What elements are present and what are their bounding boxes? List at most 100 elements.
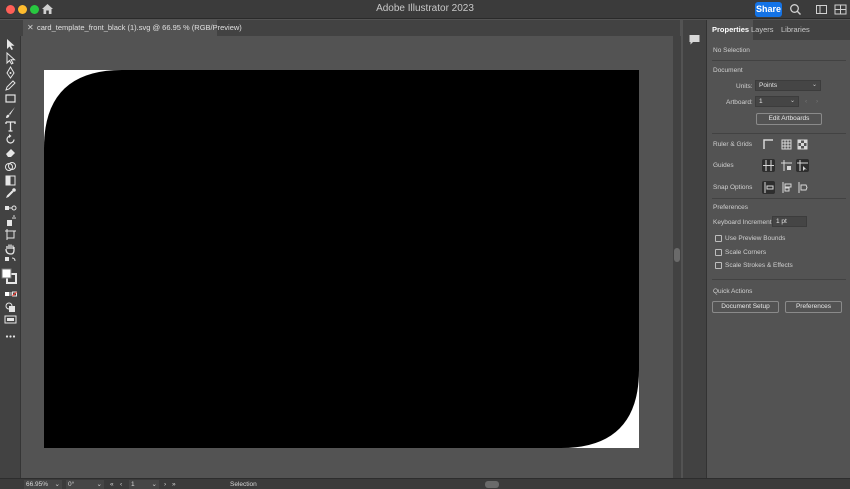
share-button[interactable]: Share: [755, 2, 782, 17]
panel-dock: [683, 20, 707, 478]
divider: [712, 279, 846, 280]
artboard-dropdown[interactable]: 1 ⌄: [755, 96, 799, 107]
artboard-number: 1: [131, 481, 135, 488]
divider: [712, 198, 846, 199]
close-tab-icon[interactable]: ✕: [27, 20, 34, 36]
color-mode-icon[interactable]: [4, 288, 17, 301]
rotation-field[interactable]: 0° ⌄: [66, 480, 104, 489]
rectangle-tool-icon[interactable]: [4, 92, 17, 105]
status-bar: 66.95% ⌄ 0° ⌄ « ‹ 1 ⌄ › » Selection: [0, 478, 850, 489]
snap-to-pixel-icon[interactable]: [780, 181, 793, 194]
app-title: Adobe Illustrator 2023: [376, 3, 474, 14]
rulers-icon[interactable]: [762, 138, 775, 151]
screen-mode-icon[interactable]: [4, 313, 17, 326]
snap-to-point-icon[interactable]: [762, 181, 775, 194]
panel-tabs: Properties Layers Libraries: [708, 20, 850, 40]
arrange-icon[interactable]: [834, 3, 847, 16]
document-heading: Document: [713, 67, 743, 74]
show-guides-icon[interactable]: [762, 159, 775, 172]
rotation-value: 0°: [68, 481, 75, 488]
hand-tool-icon[interactable]: [4, 242, 17, 255]
eraser-tool-icon[interactable]: [4, 146, 17, 159]
ruler-grids-label: Ruler & Grids: [713, 141, 753, 148]
units-label: Units:: [736, 83, 753, 90]
document-tab-bar: ✕ card_template_front_black (1).svg @ 66…: [0, 20, 680, 36]
artboard-value: 1: [759, 98, 763, 105]
vertical-scrollbar[interactable]: [673, 36, 681, 478]
use-preview-bounds-label: Use Preview Bounds: [725, 235, 786, 242]
keyboard-increment-value: 1 pt: [776, 218, 787, 225]
chevron-down-icon: ⌄: [54, 481, 60, 488]
comments-icon[interactable]: [688, 33, 701, 46]
pencil-tool-icon[interactable]: [4, 79, 17, 92]
last-artboard-icon[interactable]: »: [172, 480, 176, 489]
scale-corners-label: Scale Corners: [725, 249, 767, 256]
artboard-label: Artboard:: [726, 99, 753, 106]
first-artboard-icon[interactable]: «: [110, 480, 114, 489]
more-tools-icon[interactable]: [4, 330, 17, 343]
eyedropper-tool-icon[interactable]: [4, 187, 17, 200]
divider: [712, 133, 846, 134]
keyboard-increment-label: Keyboard Increment:: [713, 219, 774, 226]
smart-guides-icon[interactable]: [796, 159, 809, 172]
no-selection-label: No Selection: [713, 47, 750, 54]
divider: [712, 60, 846, 61]
properties-panel: Properties Layers Libraries No Selection…: [708, 20, 850, 478]
snap-to-glyph-icon[interactable]: [796, 181, 809, 194]
rotate-tool-icon[interactable]: [4, 133, 17, 146]
use-preview-bounds-checkbox[interactable]: [715, 235, 722, 242]
fill-stroke-swatch-icon[interactable]: [1, 268, 17, 284]
scale-strokes-label: Scale Strokes & Effects: [725, 262, 793, 269]
units-dropdown[interactable]: Points ⌄: [755, 80, 821, 91]
guides-label: Guides: [713, 162, 734, 169]
transparency-grid-icon[interactable]: [796, 138, 809, 151]
previous-artboard-icon[interactable]: ‹: [805, 98, 807, 105]
horizontal-scroll-thumb[interactable]: [485, 481, 499, 488]
artboard-navigation-field[interactable]: 1 ⌄: [129, 480, 159, 489]
document-tab[interactable]: ✕ card_template_front_black (1).svg @ 66…: [23, 20, 242, 36]
scale-corners-checkbox[interactable]: [715, 249, 722, 256]
workspace-icon[interactable]: [815, 3, 828, 16]
vertical-scroll-thumb[interactable]: [674, 248, 680, 262]
blend-tool-icon[interactable]: [4, 201, 17, 214]
units-value: Points: [759, 82, 778, 89]
tab-libraries[interactable]: Libraries: [777, 20, 814, 40]
chevron-down-icon: ⌄: [811, 82, 817, 88]
type-tool-icon[interactable]: [4, 120, 17, 133]
quick-actions-heading: Quick Actions: [713, 288, 753, 295]
artboard[interactable]: [44, 70, 639, 448]
previous-artboard-icon[interactable]: ‹: [120, 480, 122, 489]
edit-artboards-button[interactable]: Edit Artboards: [756, 113, 822, 125]
zoom-level-field[interactable]: 66.95% ⌄: [24, 480, 62, 489]
lock-guides-icon[interactable]: [780, 159, 793, 172]
preferences-button[interactable]: Preferences: [785, 301, 842, 313]
pen-tool-icon[interactable]: [4, 66, 17, 79]
grid-icon[interactable]: [780, 138, 793, 151]
chevron-down-icon: ⌄: [789, 98, 795, 104]
tab-layers[interactable]: Layers: [747, 20, 778, 40]
tools-panel: [0, 36, 21, 478]
black-card-shape[interactable]: [44, 70, 639, 448]
selection-tool-icon[interactable]: [4, 38, 17, 51]
preferences-heading: Preferences: [713, 204, 749, 211]
current-tool-label: Selection: [230, 481, 257, 488]
chevron-down-icon: ⌄: [96, 481, 102, 488]
next-artboard-icon[interactable]: ›: [164, 480, 166, 489]
symbol-sprayer-tool-icon[interactable]: [4, 214, 17, 227]
artboard-tool-icon[interactable]: [4, 228, 17, 241]
title-bar: Adobe Illustrator 2023 Share: [0, 0, 850, 19]
search-icon[interactable]: [789, 3, 802, 16]
zoom-level-value: 66.95%: [26, 481, 49, 488]
direct-selection-tool-icon[interactable]: [4, 52, 17, 65]
snap-options-label: Snap Options: [713, 184, 753, 191]
canvas-area[interactable]: [22, 36, 672, 478]
document-setup-button[interactable]: Document Setup: [712, 301, 779, 313]
paintbrush-tool-icon[interactable]: [4, 106, 17, 119]
next-artboard-icon[interactable]: ›: [816, 98, 818, 105]
chevron-down-icon: ⌄: [151, 481, 157, 488]
gradient-tool-icon[interactable]: [4, 174, 17, 187]
scale-strokes-checkbox[interactable]: [715, 262, 722, 269]
shape-builder-tool-icon[interactable]: [4, 160, 17, 173]
keyboard-increment-input[interactable]: 1 pt: [772, 216, 807, 227]
document-tab-title: card_template_front_black (1).svg @ 66.9…: [37, 23, 242, 32]
